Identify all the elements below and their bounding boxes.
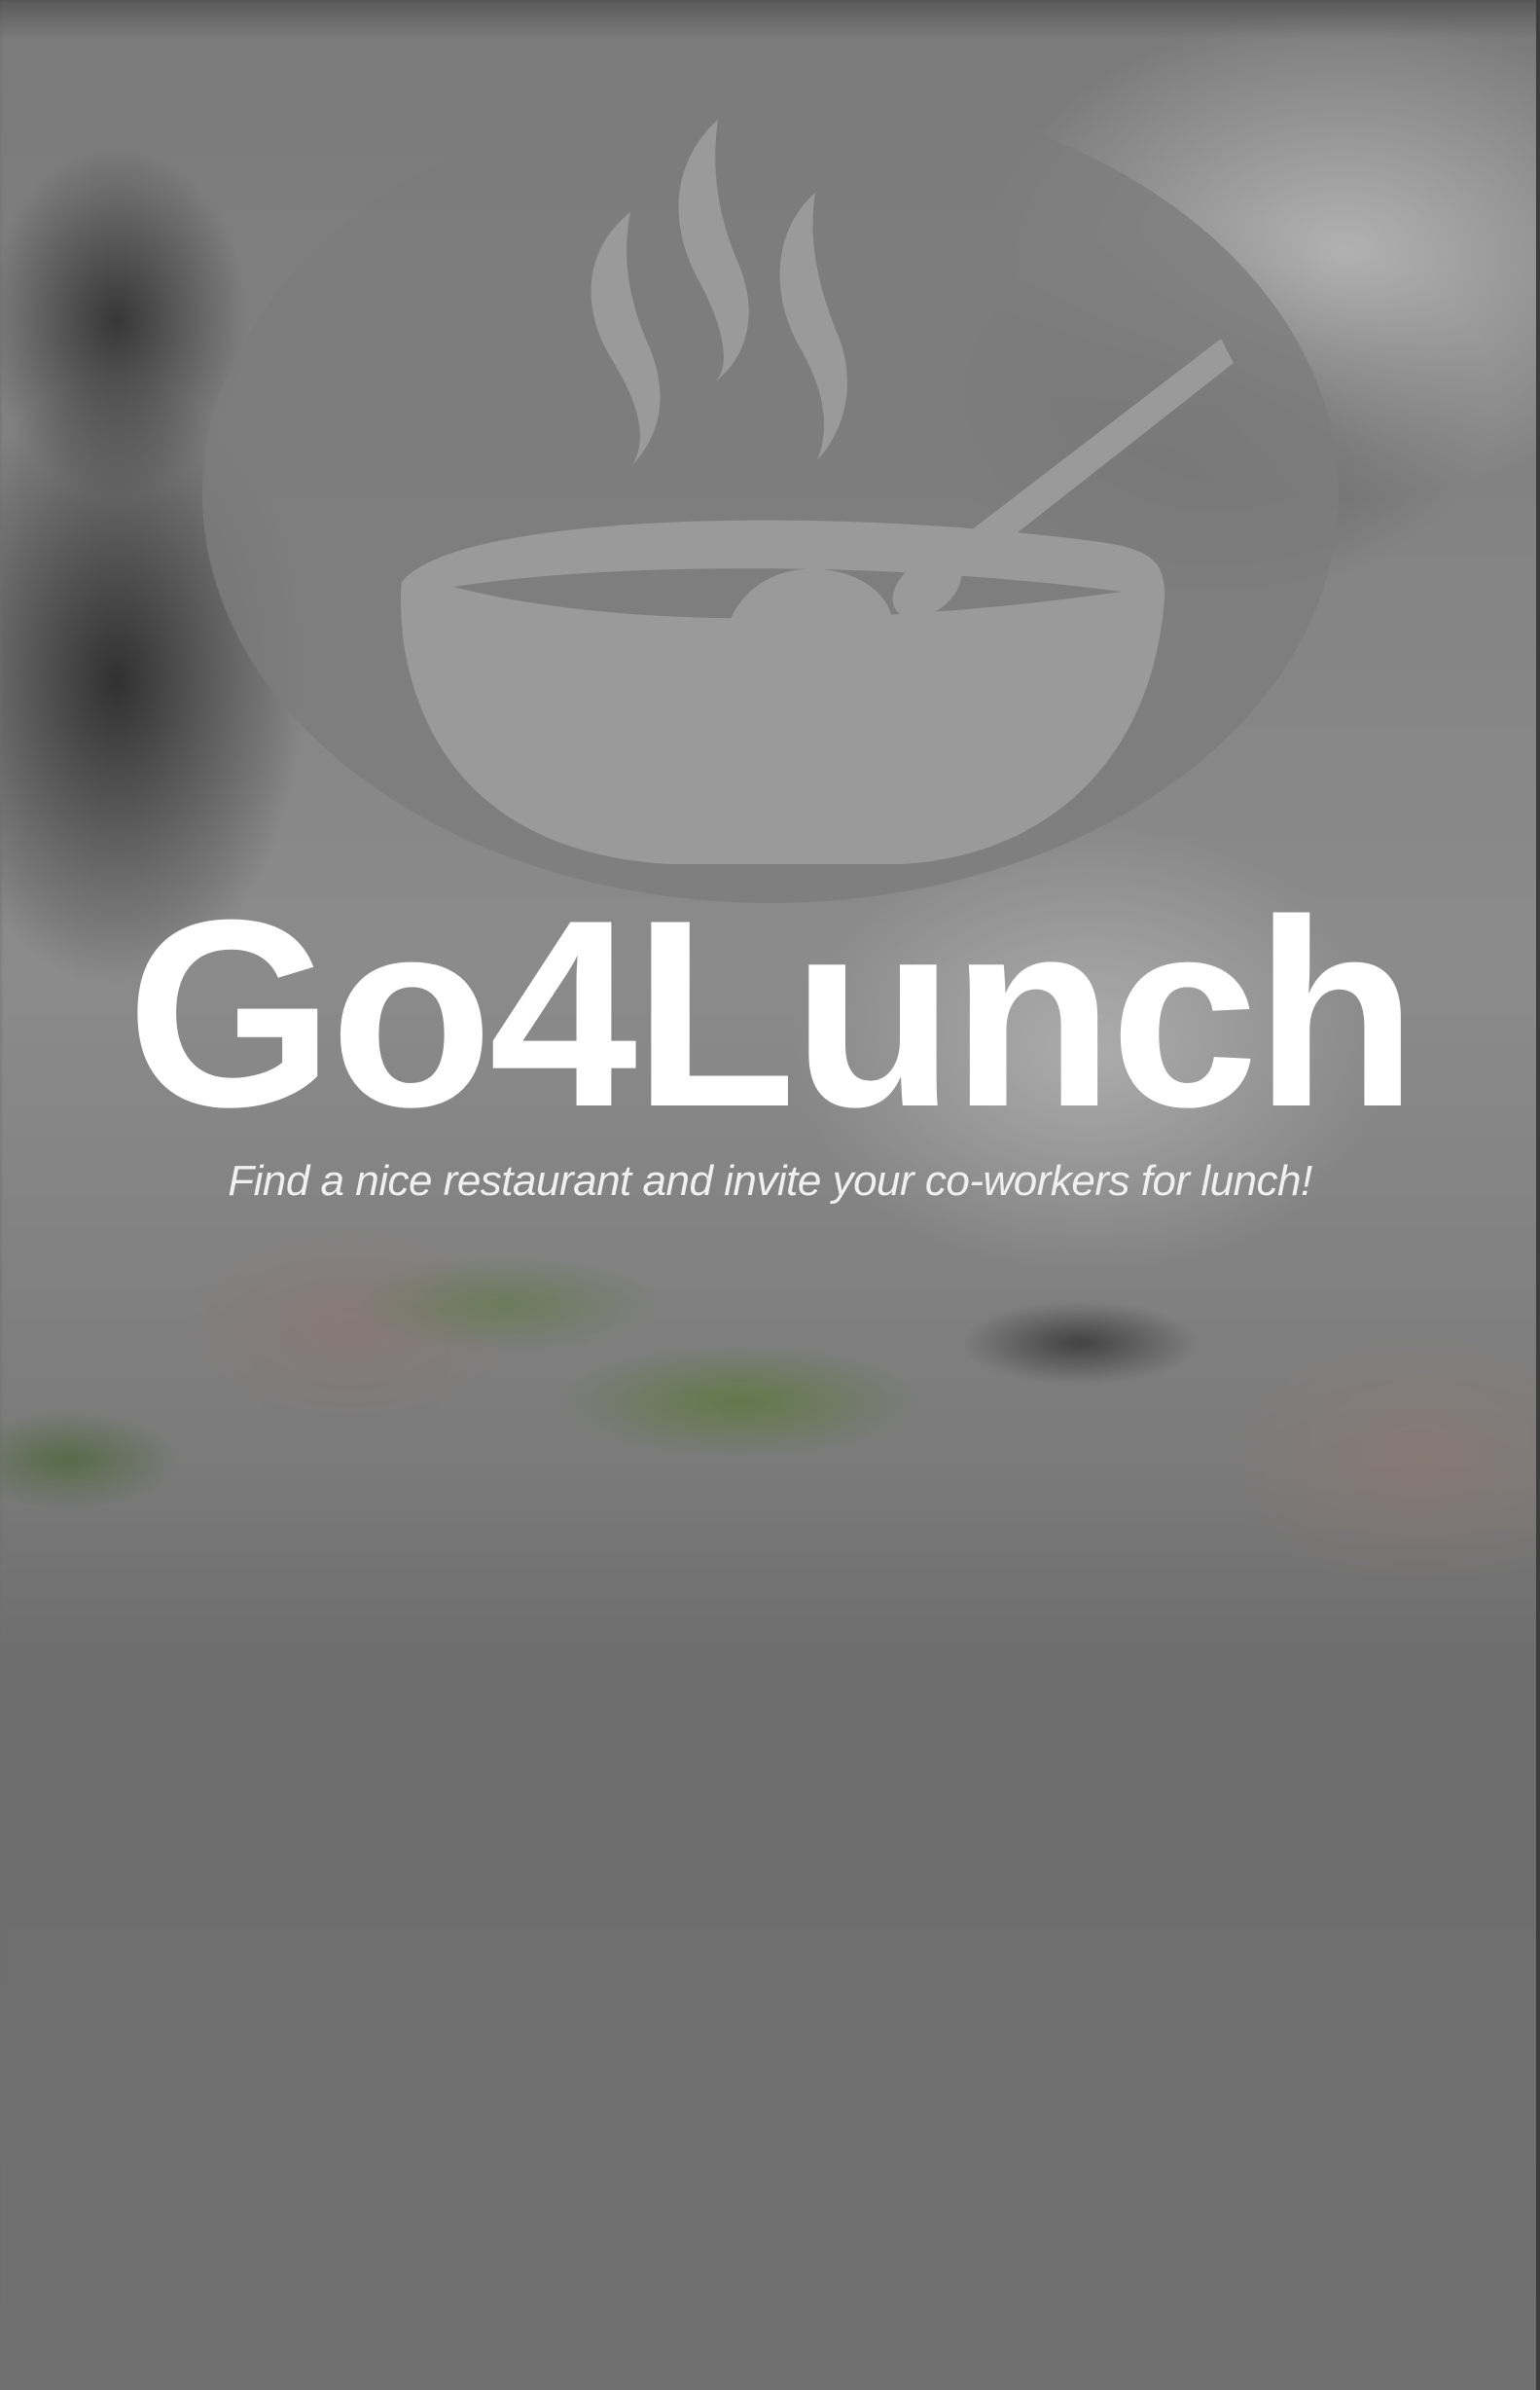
window-border bbox=[1536, 0, 1540, 2390]
app-logo bbox=[202, 86, 1339, 903]
bowl-body bbox=[401, 520, 1165, 864]
food-mound bbox=[728, 568, 892, 634]
app-title: Go4Lunch bbox=[126, 865, 1417, 1163]
app-tagline: Find a nice restaurant and invite your c… bbox=[228, 1157, 1312, 1205]
steaming-bowl-with-spoon-icon bbox=[401, 120, 1234, 864]
steam-wisp-right bbox=[779, 193, 847, 460]
steam-wisp-left bbox=[591, 212, 661, 465]
splash-screen: Go4Lunch Find a nice restaurant and invi… bbox=[0, 0, 1540, 2390]
status-bar-shadow bbox=[0, 0, 1540, 39]
steam-wisp-middle bbox=[678, 120, 749, 382]
